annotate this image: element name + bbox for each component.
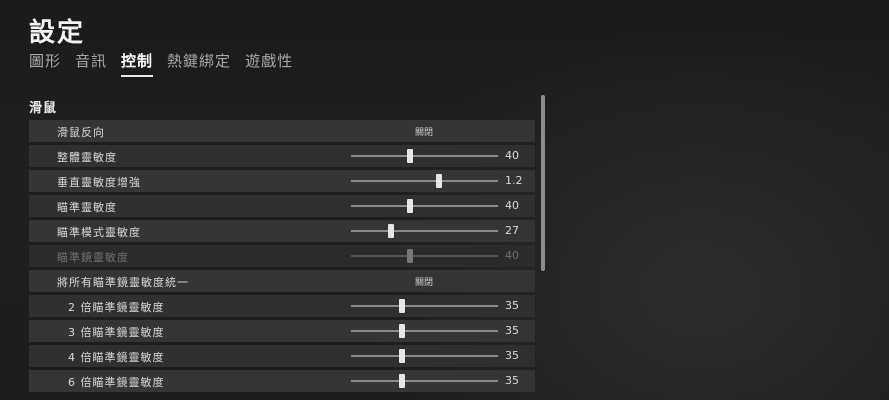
setting-label: 3 倍瞄準鏡靈敏度 (68, 326, 165, 339)
slider-handle[interactable] (406, 149, 413, 163)
slider-handle[interactable] (436, 174, 443, 188)
setting-row[interactable]: 將所有瞄準鏡靈敏度統一 關閉 (29, 270, 535, 292)
tab-bar: 圖形 音訊 控制 熱鍵綁定 遊戲性 (29, 50, 307, 77)
slider-value: 35 (505, 349, 519, 362)
page-title: 設定 (29, 18, 86, 48)
slider-track[interactable] (351, 224, 498, 238)
slider-track[interactable] (351, 149, 498, 163)
setting-row[interactable]: 6 倍瞄準鏡靈敏度 35 (29, 370, 535, 392)
slider-track (351, 249, 498, 263)
setting-label: 滑鼠反向 (57, 126, 105, 139)
slider-track[interactable] (351, 349, 498, 363)
settings-list: 滑鼠反向 關閉 整體靈敏度 40 垂直靈敏度增強 1.2 瞄準靈敏度 40 瞄準模式靈敏度 27 瞄… (29, 120, 535, 395)
tab-gameplay[interactable]: 遊戲性 (245, 50, 293, 75)
setting-label: 瞄準靈敏度 (57, 201, 117, 214)
setting-label: 垂直靈敏度增強 (57, 176, 141, 189)
setting-row: 瞄準鏡靈敏度 40 (29, 245, 535, 267)
setting-row[interactable]: 瞄準靈敏度 40 (29, 195, 535, 217)
slider-handle[interactable] (399, 324, 406, 338)
setting-row[interactable]: 4 倍瞄準鏡靈敏度 35 (29, 345, 535, 367)
setting-label: 4 倍瞄準鏡靈敏度 (68, 351, 165, 364)
slider-handle[interactable] (406, 199, 413, 213)
setting-row[interactable]: 整體靈敏度 40 (29, 145, 535, 167)
slider-handle (406, 249, 413, 263)
scrollbar-thumb[interactable] (541, 95, 545, 271)
slider-value: 35 (505, 299, 519, 312)
slider-value: 1.2 (505, 174, 523, 187)
slider-value: 35 (505, 374, 519, 387)
toggle-value[interactable]: 關閉 (415, 275, 433, 288)
slider-track[interactable] (351, 374, 498, 388)
slider-track[interactable] (351, 299, 498, 313)
setting-row[interactable]: 瞄準模式靈敏度 27 (29, 220, 535, 242)
setting-label: 整體靈敏度 (57, 151, 117, 164)
slider-handle[interactable] (387, 224, 394, 238)
setting-row[interactable]: 垂直靈敏度增強 1.2 (29, 170, 535, 192)
setting-row[interactable]: 2 倍瞄準鏡靈敏度 35 (29, 295, 535, 317)
slider-value: 35 (505, 324, 519, 337)
section-title-mouse: 滑鼠 (29, 101, 58, 116)
slider-value: 40 (505, 249, 519, 262)
toggle-value[interactable]: 關閉 (415, 125, 433, 138)
slider-value: 40 (505, 149, 519, 162)
scrollbar[interactable] (541, 95, 545, 400)
slider-handle[interactable] (399, 299, 406, 313)
setting-row[interactable]: 3 倍瞄準鏡靈敏度 35 (29, 320, 535, 342)
slider-value: 27 (505, 224, 519, 237)
setting-row[interactable]: 滑鼠反向 關閉 (29, 120, 535, 142)
slider-handle[interactable] (399, 374, 406, 388)
setting-label: 6 倍瞄準鏡靈敏度 (68, 376, 165, 389)
setting-label: 瞄準鏡靈敏度 (57, 251, 129, 264)
setting-label: 將所有瞄準鏡靈敏度統一 (57, 276, 189, 289)
setting-label: 瞄準模式靈敏度 (57, 226, 141, 239)
tab-audio[interactable]: 音訊 (75, 50, 107, 75)
tab-controls[interactable]: 控制 (121, 50, 154, 77)
tab-graphics[interactable]: 圖形 (29, 50, 61, 75)
slider-track[interactable] (351, 199, 498, 213)
tab-keybindings[interactable]: 熱鍵綁定 (167, 50, 231, 75)
setting-label: 2 倍瞄準鏡靈敏度 (68, 301, 165, 314)
slider-handle[interactable] (399, 349, 406, 363)
slider-value: 40 (505, 199, 519, 212)
slider-track[interactable] (351, 324, 498, 338)
slider-track[interactable] (351, 174, 498, 188)
